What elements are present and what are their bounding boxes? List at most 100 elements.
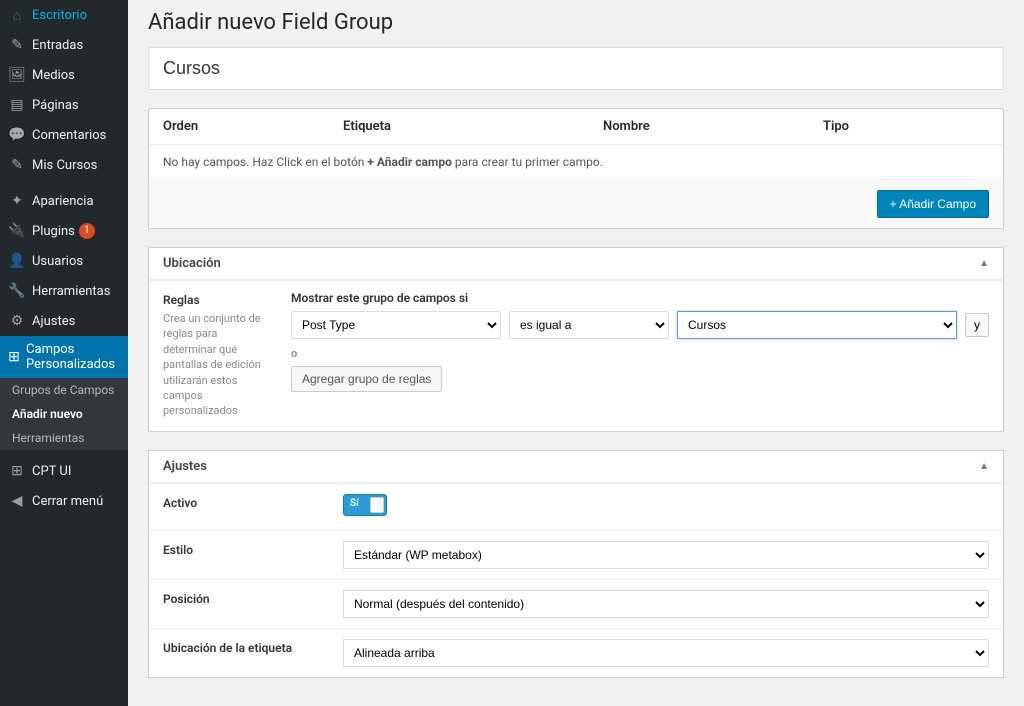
col-type: Tipo xyxy=(823,119,989,134)
position-select[interactable]: Normal (después del contenido) xyxy=(343,590,989,618)
sidebar-item-label: Cerrar menú xyxy=(32,494,103,509)
sidebar-item-settings[interactable]: ⚙ Ajustes xyxy=(0,306,128,336)
sidebar-item-label: Plugins xyxy=(32,224,75,239)
sidebar-item-users[interactable]: 👤 Usuarios xyxy=(0,246,128,276)
custom-fields-icon: ⊞ xyxy=(8,348,20,366)
or-label: o xyxy=(291,347,989,360)
users-icon: 👤 xyxy=(8,252,26,270)
location-title: Ubicación xyxy=(163,256,221,271)
location-rule-row: Post Type es igual a Cursos y xyxy=(291,311,989,339)
sidebar-item-comments[interactable]: 💬 Comentarios xyxy=(0,120,128,150)
sidebar-item-label: Entradas xyxy=(32,38,83,53)
position-input-cell: Normal (después del contenido) xyxy=(329,580,1003,628)
sidebar-item-posts[interactable]: ✎ Entradas xyxy=(0,30,128,60)
sidebar-item-cptui[interactable]: ⊞ CPT UI xyxy=(0,456,128,486)
active-input-cell: Sí xyxy=(329,484,1003,530)
label-placement-select[interactable]: Alineada arriba xyxy=(343,639,989,667)
sidebar-item-plugins[interactable]: 🔌 Plugins 1 xyxy=(0,216,128,246)
appearance-icon: ✦ xyxy=(8,192,26,210)
sidebar-item-pages[interactable]: ▤ Páginas xyxy=(0,90,128,120)
sidebar-item-label: Medios xyxy=(32,68,75,83)
page-title: Añadir nuevo Field Group xyxy=(148,10,1004,35)
posts-icon: ✎ xyxy=(8,36,26,54)
style-input-cell: Estándar (WP metabox) xyxy=(329,531,1003,579)
style-label: Estilo xyxy=(163,543,315,557)
sidebar-item-label: Apariencia xyxy=(32,194,94,209)
position-label: Posición xyxy=(163,592,315,606)
label-placement-input-cell: Alineada arriba xyxy=(329,629,1003,677)
settings-header: Ajustes ▲ xyxy=(149,451,1003,483)
rules-input-cell: Mostrar este grupo de campos si Post Typ… xyxy=(277,281,1003,431)
plugins-icon: 🔌 xyxy=(8,222,26,240)
location-header: Ubicación ▲ xyxy=(149,248,1003,280)
fields-table-header: Orden Etiqueta Nombre Tipo xyxy=(149,109,1003,145)
active-toggle-label: Sí xyxy=(350,498,359,509)
main-content: Añadir nuevo Field Group Orden Etiqueta … xyxy=(128,0,1024,706)
empty-text-bold: + Añadir campo xyxy=(367,155,451,169)
position-label-cell: Posición xyxy=(149,580,329,628)
courses-icon: ✎ xyxy=(8,156,26,174)
style-select[interactable]: Estándar (WP metabox) xyxy=(343,541,989,569)
sidebar-item-custom-fields[interactable]: ⊞ Campos Personalizados xyxy=(0,336,128,378)
add-field-button[interactable]: + Añadir Campo xyxy=(877,190,989,218)
add-rule-group-button[interactable]: Agregar grupo de reglas xyxy=(291,366,442,392)
toggle-handle-icon xyxy=(370,497,384,513)
sidebar-item-courses[interactable]: ✎ Mis Cursos xyxy=(0,150,128,180)
sidebar-item-label: Páginas xyxy=(32,98,79,113)
submenu-field-groups[interactable]: Grupos de Campos xyxy=(0,378,128,402)
empty-text-suffix: para crear tu primer campo. xyxy=(452,155,603,169)
rule-value-select[interactable]: Cursos xyxy=(677,311,957,339)
dashboard-icon: ⌂ xyxy=(8,6,26,24)
fields-footer: + Añadir Campo xyxy=(149,180,1003,228)
empty-text-prefix: No hay campos. Haz Click en el botón xyxy=(163,155,367,169)
sidebar-item-label: Campos Personalizados xyxy=(26,342,120,372)
sidebar-item-label: CPT UI xyxy=(32,464,71,479)
location-toggle-icon[interactable]: ▲ xyxy=(979,258,989,269)
rules-label: Reglas xyxy=(163,293,263,307)
rule-param-select[interactable]: Post Type xyxy=(291,311,501,339)
tools-icon: 🔧 xyxy=(8,282,26,300)
location-box: Ubicación ▲ Reglas Crea un conjunto de r… xyxy=(148,247,1004,432)
active-toggle[interactable]: Sí xyxy=(343,494,387,516)
fields-empty-message: No hay campos. Haz Click en el botón + A… xyxy=(149,145,1003,180)
group-title-input[interactable] xyxy=(148,47,1004,90)
sidebar-item-tools[interactable]: 🔧 Herramientas xyxy=(0,276,128,306)
sidebar-item-label: Mis Cursos xyxy=(32,158,97,173)
sidebar-item-label: Escritorio xyxy=(32,8,87,23)
sidebar-item-dashboard[interactable]: ⌂ Escritorio xyxy=(0,0,128,30)
col-label: Etiqueta xyxy=(343,119,603,134)
submenu-add-new[interactable]: Añadir nuevo xyxy=(0,402,128,426)
sidebar-item-appearance[interactable]: ✦ Apariencia xyxy=(0,186,128,216)
rules-label-cell: Reglas Crea un conjunto de reglas para d… xyxy=(149,281,277,431)
collapse-icon: ◀ xyxy=(8,492,26,510)
settings-icon: ⚙ xyxy=(8,312,26,330)
sidebar-item-label: Herramientas xyxy=(32,284,110,299)
sidebar-collapse[interactable]: ◀ Cerrar menú xyxy=(0,486,128,516)
settings-title: Ajustes xyxy=(163,459,207,474)
sidebar-item-media[interactable]: 🖼 Medios xyxy=(0,60,128,90)
col-order: Orden xyxy=(163,119,343,134)
sidebar-item-label: Comentarios xyxy=(32,128,106,143)
sidebar-item-label: Usuarios xyxy=(32,254,83,269)
active-label-cell: Activo xyxy=(149,484,329,530)
submenu-tools[interactable]: Herramientas xyxy=(0,426,128,450)
media-icon: 🖼 xyxy=(8,66,26,84)
rule-operator-select[interactable]: es igual a xyxy=(509,311,669,339)
rule-and-button[interactable]: y xyxy=(965,313,989,337)
label-placement-label: Ubicación de la etiqueta xyxy=(163,641,315,655)
rules-desc: Crea un conjunto de reglas para determin… xyxy=(163,311,263,419)
sidebar-item-label: Ajustes xyxy=(32,314,75,329)
admin-sidebar: ⌂ Escritorio ✎ Entradas 🖼 Medios ▤ Páginas 💬… xyxy=(0,0,128,706)
pages-icon: ▤ xyxy=(8,96,26,114)
settings-box: Ajustes ▲ Activo Sí Estilo Estándar (WP … xyxy=(148,450,1004,678)
active-label: Activo xyxy=(163,496,315,510)
fields-box: Orden Etiqueta Nombre Tipo No hay campos… xyxy=(148,108,1004,229)
comments-icon: 💬 xyxy=(8,126,26,144)
settings-toggle-icon[interactable]: ▲ xyxy=(979,461,989,472)
style-label-cell: Estilo xyxy=(149,531,329,579)
cptui-icon: ⊞ xyxy=(8,462,26,480)
custom-fields-submenu: Grupos de Campos Añadir nuevo Herramient… xyxy=(0,378,128,450)
col-name: Nombre xyxy=(603,119,823,134)
plugins-badge: 1 xyxy=(79,223,95,239)
show-if-label: Mostrar este grupo de campos si xyxy=(291,291,989,305)
